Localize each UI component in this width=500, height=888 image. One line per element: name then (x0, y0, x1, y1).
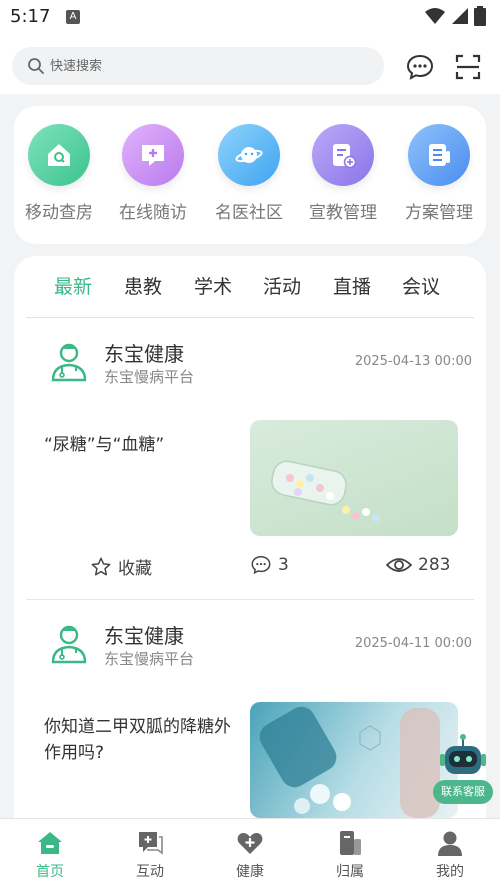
affiliation-icon (340, 831, 361, 855)
category-tabs: 最新 患教 学术 活动 直播 会议 (14, 256, 486, 318)
quick-item-label: 在线随访 (119, 203, 187, 223)
quick-item-plan-management[interactable]: 方案管理 (392, 124, 486, 234)
article-title[interactable]: “尿糖”与“血糖” (44, 432, 244, 458)
nav-interaction-label: 互动 (136, 864, 164, 880)
chat-plus-icon (122, 124, 184, 186)
views-indicator: 283 (386, 554, 450, 576)
article-title[interactable]: 你知道二甲双胍的降糖外作用吗? (44, 714, 244, 766)
message-icon[interactable] (405, 52, 435, 82)
planet-icon (218, 124, 280, 186)
article-author: 东宝健康 (104, 624, 184, 648)
tab-patient-education[interactable]: 患教 (124, 272, 162, 299)
plan-document-icon (408, 124, 470, 186)
tab-academic[interactable]: 学术 (194, 272, 232, 299)
favorite-button[interactable]: 收藏 (90, 554, 152, 579)
nav-home[interactable]: 首页 (15, 829, 85, 881)
nav-affiliation[interactable]: 归属 (315, 829, 385, 881)
nav-interaction[interactable]: 互动 (115, 829, 185, 881)
nav-home-label: 首页 (36, 864, 64, 880)
article-author: 东宝健康 (104, 342, 184, 366)
quick-item-online-followup[interactable]: 在线随访 (106, 124, 200, 234)
article-thumbnail[interactable] (250, 702, 458, 818)
article-date: 2025-04-11 00:00 (354, 636, 472, 651)
interaction-icon (139, 832, 163, 855)
status-bar: 5:17 A (0, 0, 500, 34)
wifi-icon (425, 8, 445, 24)
document-add-icon (312, 124, 374, 186)
health-heart-icon (237, 833, 263, 854)
tab-meetings[interactable]: 会议 (402, 272, 440, 299)
news-feed-card: 最新 患教 学术 活动 直播 会议 东宝健康 东宝慢病平台 2025-04-13… (14, 256, 486, 826)
nav-health-label: 健康 (236, 864, 264, 880)
quick-item-doctor-community[interactable]: 名医社区 (202, 124, 296, 234)
contact-service-button[interactable]: 联系客服 (433, 780, 493, 804)
quick-item-label: 移动查房 (25, 203, 93, 223)
house-search-icon (28, 124, 90, 186)
scan-icon[interactable] (453, 52, 483, 82)
quick-item-mobile-rounds[interactable]: 移动查房 (12, 124, 106, 234)
search-icon (28, 58, 44, 74)
article-date: 2025-04-13 00:00 (354, 354, 472, 369)
doctor-avatar-icon (51, 343, 87, 382)
doctor-avatar-icon (51, 625, 87, 664)
status-time: 5:17 (10, 6, 51, 27)
star-icon (91, 557, 111, 575)
article-card[interactable]: 东宝健康 东宝慢病平台 2025-04-11 00:00 你知道二甲双胍的降糖外… (26, 600, 474, 826)
article-actions: 收藏 3 283 (26, 552, 474, 582)
tab-live[interactable]: 直播 (333, 272, 371, 299)
quick-actions-card: 移动查房 在线随访 名医社区 宣教管理 方案管理 (14, 106, 486, 244)
signal-icon (452, 8, 468, 24)
quick-item-label: 宣教管理 (309, 203, 377, 223)
article-thumbnail[interactable] (250, 420, 458, 536)
quick-item-label: 名医社区 (215, 203, 283, 223)
bottom-navigation: 首页 互动 健康 归属 我的 (0, 818, 500, 888)
home-icon (38, 832, 62, 854)
search-input[interactable] (50, 47, 370, 85)
nav-health[interactable]: 健康 (215, 829, 285, 881)
comments-button[interactable]: 3 (250, 554, 289, 576)
tab-latest[interactable]: 最新 (54, 272, 92, 299)
favorite-label: 收藏 (118, 559, 152, 579)
notification-app-icon: A (66, 10, 80, 24)
quick-item-education-management[interactable]: 宣教管理 (296, 124, 390, 234)
search-header (0, 34, 500, 94)
eye-icon (386, 558, 412, 572)
comment-count: 3 (278, 555, 289, 575)
nav-affiliation-label: 归属 (336, 864, 364, 880)
search-bar[interactable] (12, 47, 384, 85)
nav-profile-label: 我的 (436, 864, 464, 880)
battery-icon (474, 6, 486, 26)
article-card[interactable]: 东宝健康 东宝慢病平台 2025-04-13 00:00 “尿糖”与“血糖” 收… (26, 318, 474, 600)
tab-activities[interactable]: 活动 (263, 272, 301, 299)
quick-item-label: 方案管理 (405, 203, 473, 223)
comment-icon (251, 556, 271, 575)
nav-profile[interactable]: 我的 (415, 829, 485, 881)
article-platform: 东宝慢病平台 (104, 368, 195, 386)
profile-icon (438, 831, 462, 856)
view-count: 283 (418, 555, 451, 575)
article-platform: 东宝慢病平台 (104, 650, 195, 668)
